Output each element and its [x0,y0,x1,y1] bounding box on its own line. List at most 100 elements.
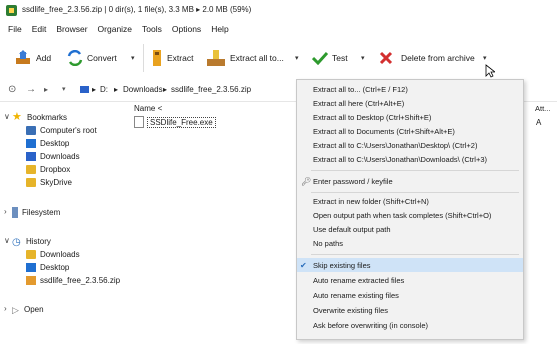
menu-item-overwrite-existing[interactable]: Overwrite existing files [297,303,523,317]
menu-organize[interactable]: Organize [93,24,138,34]
menu-item-open-output-path[interactable]: Open output path when task completes (Sh… [297,208,523,222]
column-header-attributes[interactable]: Att... [535,104,550,113]
back-arrow-icon[interactable]: → [26,84,36,95]
file-row[interactable]: SSDlife_Free.exe [134,116,216,128]
menu-item-extract-new-folder[interactable]: Extract in new folder (Shift+Ctrl+N) [297,194,523,208]
folder-icon [26,177,36,187]
column-header-name[interactable]: Name < [134,104,162,113]
breadcrumb-downloads[interactable]: Downloads [123,85,163,94]
tree-dropbox[interactable]: Dropbox [26,163,70,175]
refresh-icon[interactable]: ⊙ [8,84,16,95]
tree-label: Open [24,304,44,314]
extract-all-to-button[interactable]: Extract all to... [206,48,284,68]
folder-icon [26,164,36,174]
menu-item-auto-rename-extracted[interactable]: Auto rename extracted files [297,273,523,287]
toolbar: Add Convert ▾ Extract Extract all to... … [0,38,557,78]
add-button[interactable]: Add [14,48,51,68]
history-dropdown-icon[interactable]: ▾ [62,85,66,93]
menu-bar: File Edit Browser Organize Tools Options… [0,20,557,37]
menu-tools[interactable]: Tools [137,24,167,34]
file-attribute: A [536,118,542,127]
breadcrumb-separator-icon[interactable]: ▸ [114,85,118,94]
convert-dropdown-arrow[interactable]: ▾ [131,54,135,62]
menu-item-extract-to-user-downloads[interactable]: Extract all to C:\Users\Jonathan\Downloa… [297,152,523,166]
forward-arrow-icon[interactable]: ▸ [44,85,48,94]
navigation-tree: ∨ ★ Bookmarks Computer's root Desktop Do… [0,101,128,344]
menu-item-label: Extract all to C:\Users\Jonathan\Desktop… [313,140,478,150]
filesystem-icon [12,206,18,218]
tree-label: History [26,236,51,246]
folder-icon [26,249,36,259]
tree-label: Bookmarks [27,112,68,122]
menu-item-label: Ask before overwriting (in console) [313,320,429,330]
tree-desktop[interactable]: Desktop [26,137,69,149]
menu-item-label: Auto rename existing files [313,290,399,300]
menu-edit[interactable]: Edit [27,24,52,34]
expand-chevron-icon[interactable]: › [4,304,7,313]
tree-label: ssdlife_free_2.3.56.zip [40,275,121,285]
menu-browser[interactable]: Browser [51,24,92,34]
tree-label: SkyDrive [40,177,73,187]
toolbar-separator [143,44,144,72]
delete-label: Delete from archive [401,53,475,63]
tree-filesystem[interactable]: Filesystem [12,206,60,218]
menu-item-extract-to-desktop[interactable]: Extract all to Desktop (Ctrl+Shift+E) [297,110,523,124]
extract-button[interactable]: Extract [151,48,193,68]
expand-chevron-icon[interactable]: › [4,207,7,216]
extract-all-to-dropdown-arrow[interactable]: ▾ [295,54,299,62]
collapse-chevron-icon[interactable]: ∨ [4,112,10,121]
tree-history-downloads[interactable]: Downloads [26,248,80,260]
menu-item-no-paths[interactable]: No paths [297,236,523,250]
computer-icon [80,86,89,93]
menu-item-skip-existing[interactable]: ✔ Skip existing files [297,258,523,272]
tree-label: Desktop [40,262,70,272]
breadcrumb-separator-icon[interactable]: ▸ [92,85,96,94]
file-name: SSDlife_Free.exe [147,116,216,128]
convert-icon [67,50,83,66]
menu-file[interactable]: File [0,24,27,34]
menu-options[interactable]: Options [167,24,206,34]
menu-item-label: Extract all to Desktop (Ctrl+Shift+E) [313,112,432,122]
collapse-chevron-icon[interactable]: ∨ [4,236,10,245]
menu-item-label: Extract in new folder (Shift+Ctrl+N) [313,196,429,206]
delete-dropdown-arrow[interactable]: ▾ [483,54,487,62]
extract-all-to-icon [207,50,225,66]
menu-item-extract-to-documents[interactable]: Extract all to Documents (Ctrl+Shift+Alt… [297,124,523,138]
breadcrumb-separator-icon[interactable]: ▸ [163,85,167,94]
delete-from-archive-button[interactable]: Delete from archive [379,48,475,68]
menu-item-enter-password[interactable]: 🔑︎ Enter password / keyfile [297,174,523,188]
menu-item-label: Extract all to... (Ctrl+E / F12) [313,84,408,94]
executable-file-icon [134,116,144,128]
tree-history[interactable]: ◷ History [12,235,51,248]
menu-item-label: Auto rename extracted files [313,275,405,285]
tree-history-zip[interactable]: ssdlife_free_2.3.56.zip [26,274,120,286]
tree-label: Filesystem [22,207,61,217]
tree-label: Dropbox [40,164,71,174]
menu-item-extract-all-here[interactable]: Extract all here (Ctrl+Alt+E) [297,96,523,110]
tree-label: Desktop [40,138,70,148]
extract-icon [153,50,161,66]
tree-open[interactable]: ▷ Open [12,303,44,315]
tree-bookmarks[interactable]: ★ Bookmarks [12,111,67,123]
menu-item-extract-to-user-desktop[interactable]: Extract all to C:\Users\Jonathan\Desktop… [297,138,523,152]
tree-label: Downloads [40,151,80,161]
convert-button[interactable]: Convert [67,48,117,68]
menu-item-use-default-output[interactable]: Use default output path [297,222,523,236]
convert-label: Convert [87,53,117,63]
window-title: ssdlife_free_2.3.56.zip | 0 dir(s), 1 fi… [22,5,252,14]
menu-help[interactable]: Help [206,24,233,34]
tree-history-desktop[interactable]: Desktop [26,261,69,273]
menu-item-label: No paths [313,238,344,248]
test-dropdown-arrow[interactable]: ▾ [361,54,365,62]
menu-item-label: Open output path when task completes (Sh… [313,210,492,220]
menu-item-ask-before-overwriting[interactable]: Ask before overwriting (in console) [297,318,523,332]
tree-computers-root[interactable]: Computer's root [26,124,97,136]
tree-downloads[interactable]: Downloads [26,150,80,162]
menu-item-extract-all-to[interactable]: Extract all to... (Ctrl+E / F12) [297,82,523,96]
tree-skydrive[interactable]: SkyDrive [26,176,72,188]
menu-item-auto-rename-existing[interactable]: Auto rename existing files [297,288,523,302]
menu-separator [311,170,519,171]
breadcrumb-zip[interactable]: ssdlife_free_2.3.56.zip [171,85,251,94]
test-button[interactable]: Test [312,48,348,68]
breadcrumb-drive[interactable]: D: [100,85,108,94]
